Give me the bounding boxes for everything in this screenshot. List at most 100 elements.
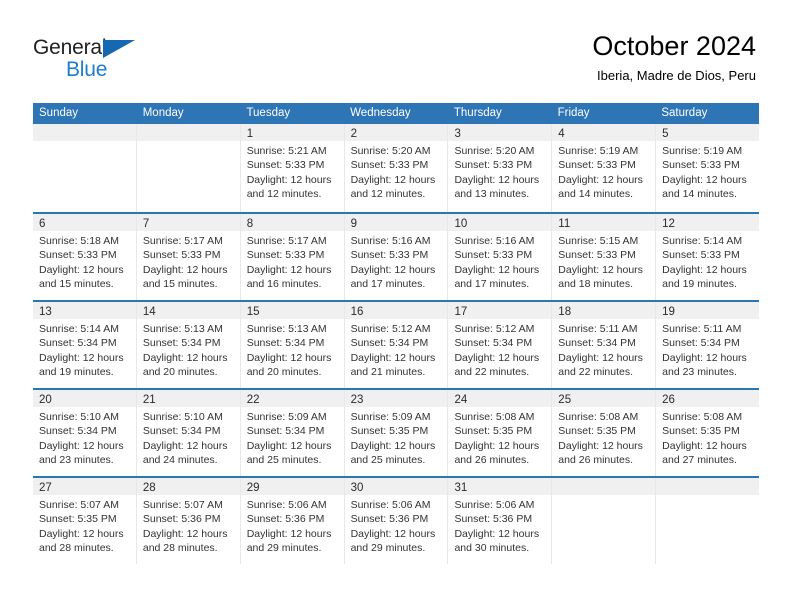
day-number: 9 bbox=[350, 218, 357, 230]
day-cell[interactable]: 23 Sunrise: 5:09 AM Sunset: 5:35 PM Dayl… bbox=[343, 390, 448, 476]
day-number: 15 bbox=[246, 306, 260, 318]
day-cell[interactable]: 1 Sunrise: 5:21 AM Sunset: 5:33 PM Dayli… bbox=[239, 124, 344, 212]
day-cell[interactable]: 6 Sunrise: 5:18 AM Sunset: 5:33 PM Dayli… bbox=[33, 214, 136, 300]
day-cell[interactable] bbox=[655, 478, 760, 564]
day-details bbox=[33, 141, 136, 144]
day-cell[interactable]: 11 Sunrise: 5:15 AM Sunset: 5:33 PM Dayl… bbox=[551, 214, 656, 300]
day-number-band: 19 bbox=[656, 302, 760, 319]
day-number: 2 bbox=[350, 128, 357, 140]
day-number-band: 2 bbox=[344, 124, 448, 141]
day-cell[interactable]: 7 Sunrise: 5:17 AM Sunset: 5:33 PM Dayli… bbox=[135, 214, 240, 300]
day-details: Sunrise: 5:12 AM Sunset: 5:34 PM Dayligh… bbox=[448, 319, 551, 380]
day-cell[interactable]: 20 Sunrise: 5:10 AM Sunset: 5:34 PM Dayl… bbox=[33, 390, 136, 476]
daylight-text-line1: Daylight: 12 hours bbox=[662, 439, 747, 452]
day-cell[interactable]: 9 Sunrise: 5:16 AM Sunset: 5:33 PM Dayli… bbox=[343, 214, 448, 300]
day-number-band: 18 bbox=[552, 302, 656, 319]
sunset-text: Sunset: 5:34 PM bbox=[142, 337, 221, 350]
day-number: 17 bbox=[454, 306, 468, 318]
day-details: Sunrise: 5:08 AM Sunset: 5:35 PM Dayligh… bbox=[552, 407, 655, 468]
sunset-text: Sunset: 5:34 PM bbox=[142, 425, 221, 438]
sunrise-text: Sunrise: 5:08 AM bbox=[558, 411, 639, 423]
sunrise-text: Sunrise: 5:21 AM bbox=[246, 145, 327, 157]
day-cell[interactable]: 25 Sunrise: 5:08 AM Sunset: 5:35 PM Dayl… bbox=[551, 390, 656, 476]
day-number: 5 bbox=[662, 128, 669, 140]
day-details bbox=[137, 141, 240, 144]
day-number: 12 bbox=[662, 218, 675, 230]
day-cell[interactable]: 18 Sunrise: 5:11 AM Sunset: 5:34 PM Dayl… bbox=[551, 302, 656, 388]
day-number: 31 bbox=[454, 482, 468, 494]
day-cell[interactable]: 19 Sunrise: 5:11 AM Sunset: 5:34 PM Dayl… bbox=[655, 302, 760, 388]
logo-text-blue: Blue bbox=[66, 58, 108, 81]
daylight-text-line2: and 15 minutes. bbox=[142, 278, 218, 291]
daylight-text-line1: Daylight: 12 hours bbox=[246, 173, 332, 186]
sunrise-text: Sunrise: 5:11 AM bbox=[662, 323, 742, 335]
day-cell[interactable]: 16 Sunrise: 5:12 AM Sunset: 5:34 PM Dayl… bbox=[343, 302, 448, 388]
day-details: Sunrise: 5:16 AM Sunset: 5:33 PM Dayligh… bbox=[448, 231, 551, 292]
day-cell[interactable]: 31 Sunrise: 5:06 AM Sunset: 5:36 PM Dayl… bbox=[447, 478, 552, 564]
daylight-text-line2: and 27 minutes. bbox=[662, 454, 737, 467]
day-cell[interactable]: 13 Sunrise: 5:14 AM Sunset: 5:34 PM Dayl… bbox=[33, 302, 136, 388]
daylight-text-line1: Daylight: 12 hours bbox=[662, 263, 747, 276]
daylight-text-line2: and 12 minutes. bbox=[350, 188, 426, 201]
day-cell[interactable]: 17 Sunrise: 5:12 AM Sunset: 5:34 PM Dayl… bbox=[447, 302, 552, 388]
weekday-header-friday: Friday bbox=[557, 107, 590, 119]
daylight-text-line1: Daylight: 12 hours bbox=[350, 351, 436, 364]
day-cell[interactable]: 30 Sunrise: 5:06 AM Sunset: 5:36 PM Dayl… bbox=[343, 478, 448, 564]
weekday-header-row: Sunday Monday Tuesday Wednesday Thursday… bbox=[33, 103, 759, 124]
day-number-band: 1 bbox=[240, 124, 344, 141]
day-cell[interactable]: 28 Sunrise: 5:07 AM Sunset: 5:36 PM Dayl… bbox=[135, 478, 240, 564]
daylight-text-line1: Daylight: 12 hours bbox=[662, 173, 747, 186]
day-cell[interactable]: 8 Sunrise: 5:17 AM Sunset: 5:33 PM Dayli… bbox=[239, 214, 344, 300]
day-cell[interactable]: 2 Sunrise: 5:20 AM Sunset: 5:33 PM Dayli… bbox=[343, 124, 448, 212]
day-details: Sunrise: 5:07 AM Sunset: 5:35 PM Dayligh… bbox=[33, 495, 136, 556]
day-details: Sunrise: 5:20 AM Sunset: 5:33 PM Dayligh… bbox=[448, 141, 551, 202]
day-number-band: 5 bbox=[656, 124, 760, 141]
day-number-band: 26 bbox=[656, 390, 760, 407]
day-cell[interactable]: 21 Sunrise: 5:10 AM Sunset: 5:34 PM Dayl… bbox=[135, 390, 240, 476]
sunrise-text: Sunrise: 5:12 AM bbox=[350, 323, 431, 335]
daylight-text-line2: and 19 minutes. bbox=[662, 278, 737, 291]
day-cell[interactable]: 14 Sunrise: 5:13 AM Sunset: 5:34 PM Dayl… bbox=[135, 302, 240, 388]
day-cell[interactable]: 22 Sunrise: 5:09 AM Sunset: 5:34 PM Dayl… bbox=[239, 390, 344, 476]
daylight-text-line2: and 18 minutes. bbox=[558, 278, 634, 291]
day-cell[interactable]: 12 Sunrise: 5:14 AM Sunset: 5:33 PM Dayl… bbox=[655, 214, 760, 300]
day-number-band bbox=[33, 124, 136, 141]
day-details: Sunrise: 5:09 AM Sunset: 5:35 PM Dayligh… bbox=[345, 407, 448, 468]
sunset-text: Sunset: 5:33 PM bbox=[350, 249, 429, 262]
day-cell[interactable]: 24 Sunrise: 5:08 AM Sunset: 5:35 PM Dayl… bbox=[447, 390, 552, 476]
day-number: 30 bbox=[350, 482, 364, 494]
day-details: Sunrise: 5:12 AM Sunset: 5:34 PM Dayligh… bbox=[345, 319, 448, 380]
day-details: Sunrise: 5:14 AM Sunset: 5:33 PM Dayligh… bbox=[656, 231, 759, 292]
day-number-band: 13 bbox=[33, 302, 136, 319]
day-cell[interactable]: 4 Sunrise: 5:19 AM Sunset: 5:33 PM Dayli… bbox=[551, 124, 656, 212]
day-cell[interactable]: 5 Sunrise: 5:19 AM Sunset: 5:33 PM Dayli… bbox=[655, 124, 760, 212]
day-cell[interactable] bbox=[135, 124, 240, 212]
day-number-band: 31 bbox=[448, 478, 552, 495]
day-cell[interactable] bbox=[551, 478, 656, 564]
day-cell[interactable]: 3 Sunrise: 5:20 AM Sunset: 5:33 PM Dayli… bbox=[447, 124, 552, 212]
day-number-band: 20 bbox=[33, 390, 136, 407]
sunrise-text: Sunrise: 5:06 AM bbox=[454, 499, 535, 511]
day-cell[interactable]: 10 Sunrise: 5:16 AM Sunset: 5:33 PM Dayl… bbox=[447, 214, 552, 300]
day-cell[interactable] bbox=[33, 124, 136, 212]
day-details: Sunrise: 5:16 AM Sunset: 5:33 PM Dayligh… bbox=[345, 231, 448, 292]
day-number-band: 16 bbox=[344, 302, 448, 319]
weekday-header-saturday: Saturday bbox=[661, 107, 708, 119]
week-row: 6 Sunrise: 5:18 AM Sunset: 5:33 PM Dayli… bbox=[33, 212, 760, 300]
day-cell[interactable]: 15 Sunrise: 5:13 AM Sunset: 5:34 PM Dayl… bbox=[239, 302, 344, 388]
day-cell[interactable]: 26 Sunrise: 5:08 AM Sunset: 5:35 PM Dayl… bbox=[655, 390, 760, 476]
daylight-text-line1: Daylight: 12 hours bbox=[142, 527, 228, 540]
calendar-grid: Sunday Monday Tuesday Wednesday Thursday… bbox=[33, 103, 760, 564]
sunrise-text: Sunrise: 5:18 AM bbox=[39, 235, 119, 247]
daylight-text-line1: Daylight: 12 hours bbox=[662, 351, 747, 364]
sunset-text: Sunset: 5:36 PM bbox=[454, 513, 533, 526]
day-number-band: 27 bbox=[33, 478, 136, 495]
sunset-text: Sunset: 5:34 PM bbox=[39, 425, 117, 438]
sunset-text: Sunset: 5:33 PM bbox=[454, 249, 533, 262]
daylight-text-line2: and 16 minutes. bbox=[246, 278, 322, 291]
day-cell[interactable]: 29 Sunrise: 5:06 AM Sunset: 5:36 PM Dayl… bbox=[239, 478, 344, 564]
day-number: 13 bbox=[39, 306, 52, 318]
day-cell[interactable]: 27 Sunrise: 5:07 AM Sunset: 5:35 PM Dayl… bbox=[33, 478, 136, 564]
daylight-text-line1: Daylight: 12 hours bbox=[558, 351, 643, 364]
day-details: Sunrise: 5:06 AM Sunset: 5:36 PM Dayligh… bbox=[448, 495, 551, 556]
